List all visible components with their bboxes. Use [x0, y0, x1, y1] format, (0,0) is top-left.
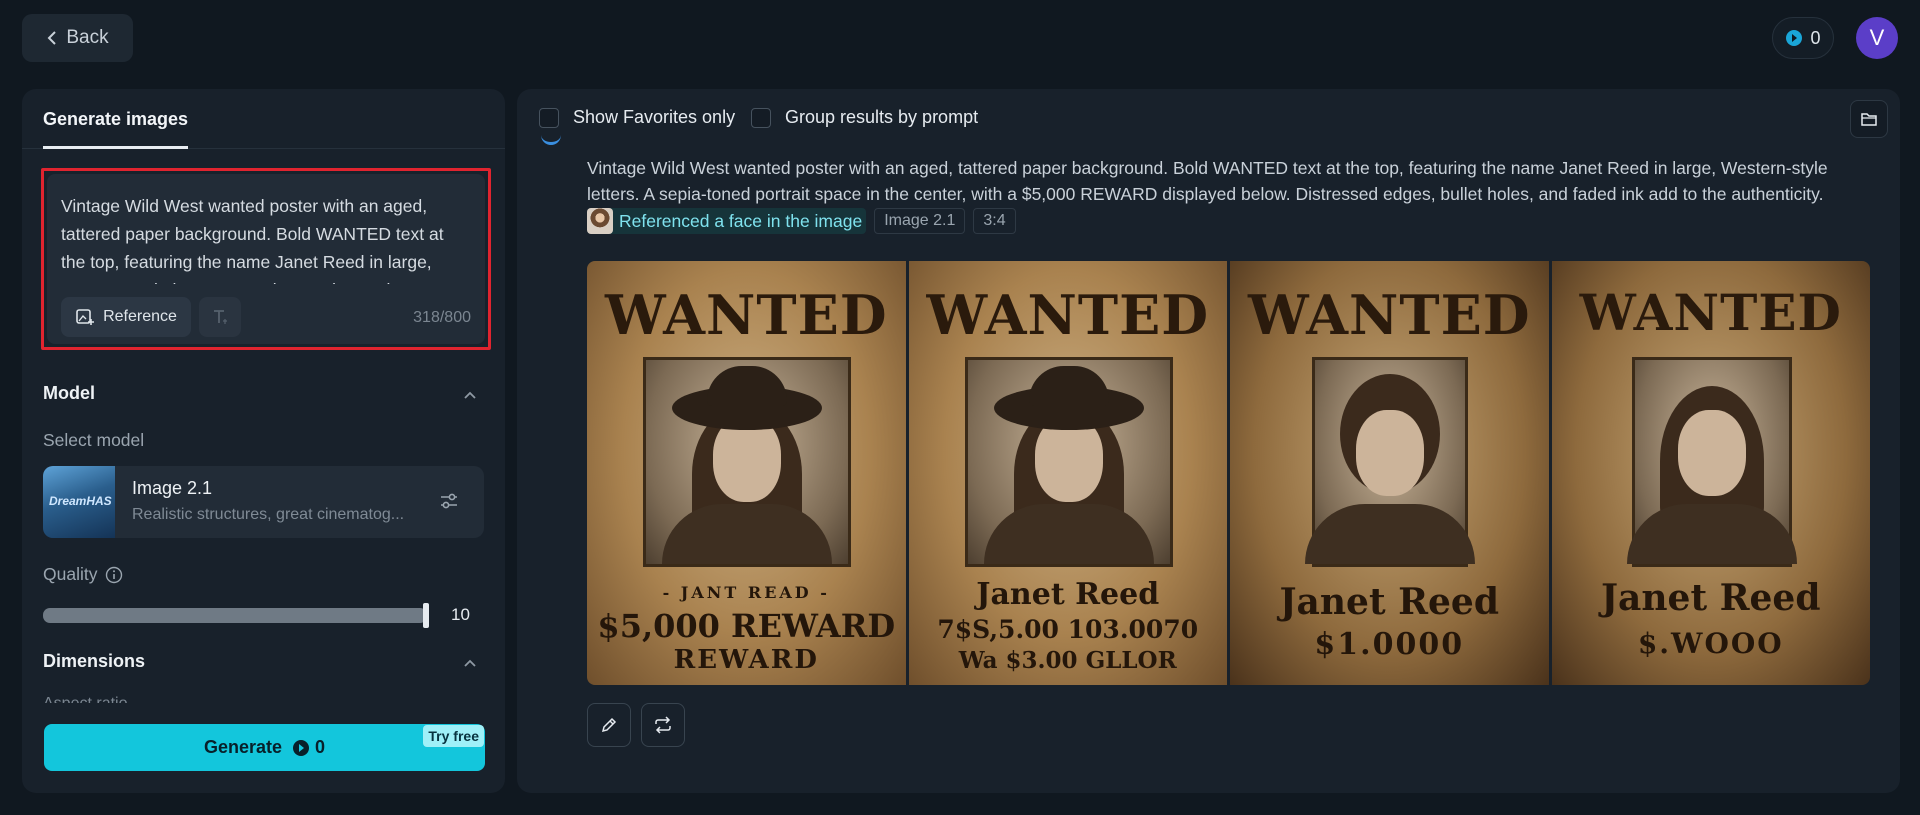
generated-image-2[interactable]: WANTED Janet Reed 7$S,5.00 103.0070 Wa $…	[908, 261, 1227, 685]
show-favorites-label: Show Favorites only	[573, 107, 736, 127]
prompt-textarea[interactable]: Vintage Wild West wanted poster with an …	[61, 192, 461, 284]
poster-portrait	[1305, 357, 1475, 567]
user-avatar[interactable]: V	[1856, 17, 1898, 59]
back-button[interactable]: Back	[22, 14, 133, 62]
poster-line-2: 7$S,5.00 103.0070	[937, 615, 1199, 644]
model-description: Realistic structures, great cinematog...	[132, 506, 405, 523]
poster-line-2: $5,000 REWARD	[597, 607, 896, 645]
portrait-body	[983, 504, 1154, 564]
show-favorites-checkbox[interactable]	[539, 107, 559, 128]
generated-image-4[interactable]: WANTED Janet Reed $.WOOO	[1551, 261, 1870, 685]
edit-button[interactable]	[587, 703, 631, 747]
poster-title: WANTED	[1579, 283, 1842, 342]
repeat-icon	[655, 716, 671, 734]
credit-coin-icon	[1786, 30, 1803, 46]
model-name: Image 2.1	[132, 478, 213, 498]
select-model-label: Select model	[43, 430, 145, 450]
portrait-hat-crown	[707, 366, 787, 406]
regenerate-button[interactable]	[641, 703, 685, 747]
quality-slider-handle[interactable]	[423, 603, 429, 628]
quality-label-row: Quality	[43, 564, 123, 585]
folder-button[interactable]	[1850, 100, 1888, 138]
chevron-up-icon[interactable]	[463, 390, 477, 400]
dimensions-section-title: Dimensions	[43, 651, 146, 671]
poster-title: WANTED	[926, 283, 1210, 347]
poster-line-1: Janet Reed	[1601, 577, 1821, 619]
portrait-body	[662, 504, 832, 564]
credits-count: 0	[1810, 27, 1821, 48]
model-thumbnail: DreamHAS	[43, 466, 115, 538]
group-by-prompt-checkbox[interactable]	[751, 107, 771, 128]
generated-image-3[interactable]: WANTED Janet Reed $1.0000	[1230, 261, 1549, 685]
panel-tabs: Generate images	[22, 89, 505, 149]
poster-line-3: Wa $3.00 GLLOR	[958, 647, 1177, 674]
model-section-title: Model	[43, 383, 95, 403]
aspect-ratio-label: Aspect ratio	[43, 695, 127, 703]
prompt-box-highlight: Vintage Wild West wanted poster with an …	[41, 168, 491, 350]
face-thumbnail	[587, 208, 613, 235]
credit-coin-icon	[293, 739, 310, 756]
chevron-left-icon	[47, 31, 57, 45]
text-format-button[interactable]	[199, 297, 241, 337]
result-prompt: Vintage Wild West wanted poster with an …	[587, 155, 1877, 235]
reference-label: Reference	[103, 308, 177, 325]
poster-line-3: REWARD	[673, 645, 819, 675]
model-selector[interactable]: DreamHAS Image 2.1 Realistic structures,…	[43, 466, 484, 538]
portrait-body	[1626, 504, 1797, 564]
face-reference-chip[interactable]: Referenced a face in the image	[587, 208, 867, 235]
results-panel: Show Favorites only Group results by pro…	[517, 89, 1900, 793]
poster-line-2: $.WOOO	[1637, 627, 1784, 660]
text-icon	[214, 310, 227, 324]
portrait-hat-crown	[1028, 366, 1109, 406]
poster-title: WANTED	[1247, 283, 1531, 347]
quality-label: Quality	[43, 564, 98, 584]
poster-portrait	[964, 357, 1173, 567]
generated-images: WANTED - JANT READ - $5,000 REWARD REWAR…	[587, 261, 1870, 685]
loading-arc-icon	[541, 133, 561, 145]
model-thumb-text: DreamHAS	[49, 494, 112, 508]
poster-title: WANTED	[604, 283, 888, 347]
top-bar: Back 0 V	[0, 0, 1920, 80]
sliders-icon[interactable]	[438, 490, 460, 512]
pencil-icon	[601, 717, 617, 733]
poster-line-1: Janet Reed	[1279, 581, 1500, 623]
prompt-field[interactable]: Vintage Wild West wanted poster with an …	[47, 174, 485, 344]
try-free-badge: Try free	[423, 725, 484, 747]
generate-button[interactable]: Generate 0 Try free	[44, 724, 485, 771]
chevron-up-icon[interactable]	[463, 658, 477, 668]
generate-panel: Generate images Vintage Wild West wanted…	[22, 89, 505, 793]
poster-line-1: Janet Reed	[976, 577, 1160, 612]
folder-icon	[1861, 113, 1877, 126]
group-by-prompt-label: Group results by prompt	[785, 107, 979, 127]
poster-line-1: - JANT READ -	[662, 583, 830, 602]
credits-badge[interactable]: 0	[1772, 17, 1834, 59]
poster-portrait	[643, 357, 851, 567]
reference-button[interactable]: Reference	[61, 297, 191, 337]
poster-line-2: $1.0000	[1314, 627, 1465, 662]
poster-portrait	[1626, 357, 1797, 567]
show-favorites-filter[interactable]: Show Favorites only	[539, 107, 735, 128]
result-prompt-text: Vintage Wild West wanted poster with an …	[587, 158, 1828, 204]
portrait-face	[1356, 410, 1424, 496]
quality-slider-track[interactable]	[43, 608, 427, 623]
info-icon[interactable]	[105, 566, 123, 584]
group-by-prompt-filter[interactable]: Group results by prompt	[751, 107, 978, 128]
model-tag: Image 2.1	[874, 208, 966, 235]
quality-value: 10	[451, 605, 470, 624]
aspect-ratio-tag: 3:4	[973, 208, 1016, 235]
portrait-face	[1677, 410, 1746, 496]
char-count: 318/800	[413, 309, 471, 326]
back-label: Back	[66, 27, 109, 48]
add-image-icon	[76, 309, 95, 325]
generate-credits: 0	[315, 737, 326, 757]
generate-label: Generate	[203, 737, 283, 757]
generate-cost: 0	[292, 737, 325, 758]
generated-image-1[interactable]: WANTED - JANT READ - $5,000 REWARD REWAR…	[587, 261, 906, 685]
portrait-body	[1305, 504, 1475, 564]
face-reference-label: Referenced a face in the image	[619, 211, 863, 232]
tab-generate-images[interactable]: Generate images	[43, 109, 189, 149]
